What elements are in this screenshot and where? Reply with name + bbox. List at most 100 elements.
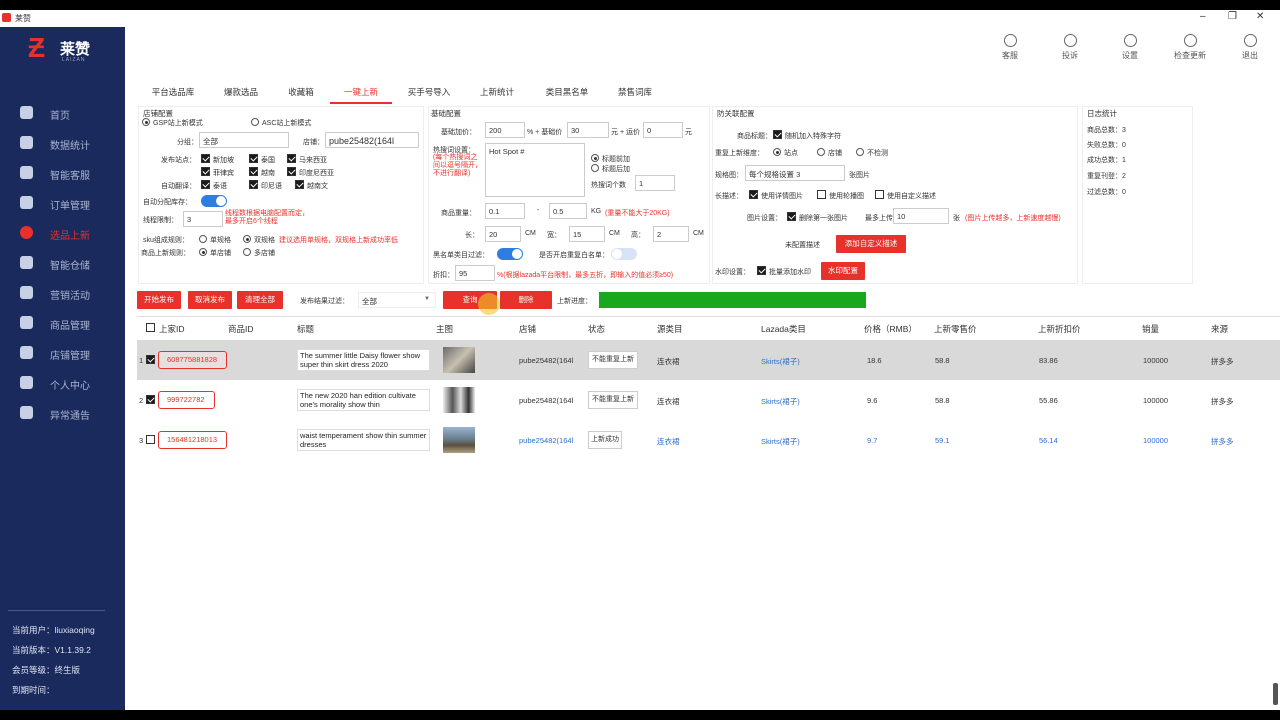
sidebar-item-goods[interactable]: 商品管理 [0, 309, 125, 337]
product-thumbnail[interactable] [443, 347, 475, 373]
tab-banned-words[interactable]: 禁售词库 [608, 82, 662, 104]
current-version: 当前版本：V1.1.39.2 [12, 645, 91, 655]
sidebar-item-stats[interactable]: 数据统计 [0, 129, 125, 157]
tab-platform-library[interactable]: 平台选品库 [140, 82, 206, 104]
site-vn-checkbox[interactable] [249, 167, 258, 176]
weight-max-input[interactable]: 0.5 [549, 203, 587, 219]
tab-buyer-import[interactable]: 买手号导入 [398, 82, 460, 104]
repeat-shop-radio[interactable] [817, 148, 825, 156]
gsp-mode-radio[interactable] [142, 118, 150, 126]
tab-favorites[interactable]: 收藏箱 [276, 82, 326, 104]
product-thumbnail[interactable] [443, 387, 475, 413]
sidebar-item-product-launch[interactable]: 选品上新 [0, 219, 125, 247]
sidebar-item-campaign[interactable]: 营销活动 [0, 279, 125, 307]
delete-button[interactable]: 删除 [500, 291, 552, 309]
sidebar-item-alerts[interactable]: 异常通告 [0, 399, 125, 427]
width-input[interactable]: 15 [569, 226, 605, 242]
translate-id-checkbox[interactable] [249, 180, 258, 189]
product-thumbnail[interactable] [443, 427, 475, 453]
source-id-box[interactable]: 608775881828 [158, 351, 227, 369]
markup-input[interactable]: 200 [485, 122, 525, 138]
complaint-button[interactable]: 投诉 [1050, 34, 1090, 61]
sidebar-item-warehouse[interactable]: 智能仓储 [0, 249, 125, 277]
sidebar-item-orders[interactable]: 订单管理 [0, 189, 125, 217]
threads-input[interactable]: 3 [183, 211, 223, 227]
desc-custom-checkbox[interactable] [875, 190, 884, 199]
blacklist-filter-toggle[interactable] [497, 248, 523, 260]
site-ph-checkbox[interactable] [201, 167, 210, 176]
random-char-checkbox[interactable] [773, 130, 782, 139]
hot-count-input[interactable]: 1 [635, 175, 675, 191]
row-title[interactable]: The summer little Daisy flower show supe… [297, 349, 430, 371]
row-lazada-category[interactable]: Skirts(裙子) [761, 396, 800, 407]
site-th-checkbox[interactable] [249, 154, 258, 163]
check-update-button[interactable]: 检查更新 [1170, 34, 1210, 61]
watermark-config-button[interactable]: 水印配置 [821, 262, 865, 280]
prefix-radio[interactable] [591, 154, 599, 162]
row-lazada-category[interactable]: Skirts(裙子) [761, 436, 800, 447]
row-title[interactable]: The new 2020 han edition cultivate one's… [297, 389, 430, 411]
sku-single-radio[interactable] [199, 235, 207, 243]
source-id-box[interactable]: 999722782 [158, 391, 215, 409]
spec-image-input[interactable]: 每个规格设置 3 [745, 165, 845, 181]
row-checkbox[interactable] [146, 355, 155, 364]
group-select[interactable]: 全部 [199, 132, 289, 148]
suffix-radio[interactable] [591, 164, 599, 172]
warehouse-icon [20, 256, 33, 269]
max-upload-input[interactable]: 10 [893, 208, 949, 224]
desc-carousel-checkbox[interactable] [817, 190, 826, 199]
tab-bar: 平台选品库 爆款选品 收藏箱 一键上新 买手号导入 上新统计 类目黑名单 禁售词… [140, 82, 1280, 104]
row-title[interactable]: waist temperament show thin summer dress… [297, 429, 430, 451]
select-all-checkbox[interactable] [146, 323, 155, 332]
tab-hot-products[interactable]: 爆款选品 [210, 82, 272, 104]
clear-all-button[interactable]: 清理全部 [237, 291, 283, 309]
site-sg-checkbox[interactable] [201, 154, 210, 163]
rule-multi-radio[interactable] [243, 248, 251, 256]
rule-single-radio[interactable] [199, 248, 207, 256]
whitelist-toggle[interactable] [611, 248, 637, 260]
sidebar-item-support[interactable]: 智能客服 [0, 159, 125, 187]
tab-category-blacklist[interactable]: 类目黑名单 [536, 82, 598, 104]
minimize-button[interactable]: ‒ [1200, 11, 1206, 22]
sidebar-item-profile[interactable]: 个人中心 [0, 369, 125, 397]
settings-button[interactable]: 设置 [1110, 34, 1150, 61]
exit-button[interactable]: 退出 [1230, 34, 1270, 61]
scrollbar-thumb[interactable] [1273, 683, 1278, 705]
translate-vn-checkbox[interactable] [295, 180, 304, 189]
auto-stock-toggle[interactable] [201, 195, 227, 207]
hot-words-textarea[interactable]: Hot Spot # [485, 143, 585, 197]
asc-mode-radio[interactable] [251, 118, 259, 126]
shop-select[interactable]: pube25482(164l [325, 132, 419, 148]
base-price-input[interactable]: 30 [567, 122, 609, 138]
shipping-input[interactable]: 0 [643, 122, 683, 138]
sidebar-item-home[interactable]: 首页 [0, 99, 125, 127]
weight-min-input[interactable]: 0.1 [485, 203, 525, 219]
row-checkbox[interactable] [146, 435, 155, 444]
length-input[interactable]: 20 [485, 226, 521, 242]
repeat-none-radio[interactable] [856, 148, 864, 156]
source-id-box[interactable]: 156481218013 [158, 431, 227, 449]
restore-button[interactable]: ❐ [1228, 11, 1237, 22]
start-publish-button[interactable]: 开始发布 [137, 291, 181, 309]
desc-detail-checkbox[interactable] [749, 190, 758, 199]
user-icon [20, 376, 33, 389]
row-checkbox[interactable] [146, 395, 155, 404]
add-custom-desc-button[interactable]: 添加自定义描述 [836, 235, 906, 253]
row-lazada-category[interactable]: Skirts(裙子) [761, 356, 800, 367]
close-button[interactable]: ✕ [1256, 11, 1264, 22]
site-id-checkbox[interactable] [287, 167, 296, 176]
repeat-site-radio[interactable] [773, 148, 781, 156]
row-source: 拼多多 [1211, 397, 1234, 406]
sku-double-radio[interactable] [243, 235, 251, 243]
sidebar-item-shops[interactable]: 店铺管理 [0, 339, 125, 367]
site-my-checkbox[interactable] [287, 154, 296, 163]
height-input[interactable]: 2 [653, 226, 689, 242]
discount-input[interactable]: 95 [455, 265, 495, 281]
tab-one-click-launch[interactable]: 一键上新 [330, 82, 392, 104]
tab-launch-stats[interactable]: 上新统计 [468, 82, 526, 104]
cancel-publish-button[interactable]: 取消发布 [188, 291, 232, 309]
watermark-checkbox[interactable] [757, 266, 766, 275]
delete-first-image-checkbox[interactable] [787, 212, 796, 221]
support-button[interactable]: 客服 [990, 34, 1030, 61]
translate-th-checkbox[interactable] [201, 180, 210, 189]
